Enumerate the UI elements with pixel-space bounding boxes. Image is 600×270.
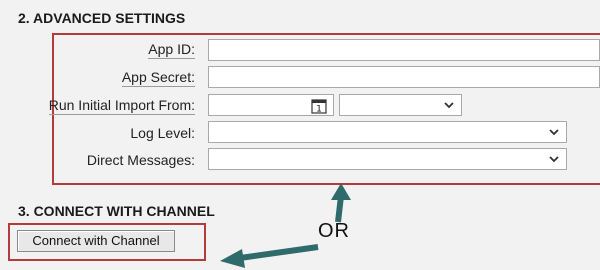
left-arrow-icon [220, 244, 319, 268]
up-arrow-icon [331, 183, 351, 223]
annotation-arrows [220, 183, 351, 268]
